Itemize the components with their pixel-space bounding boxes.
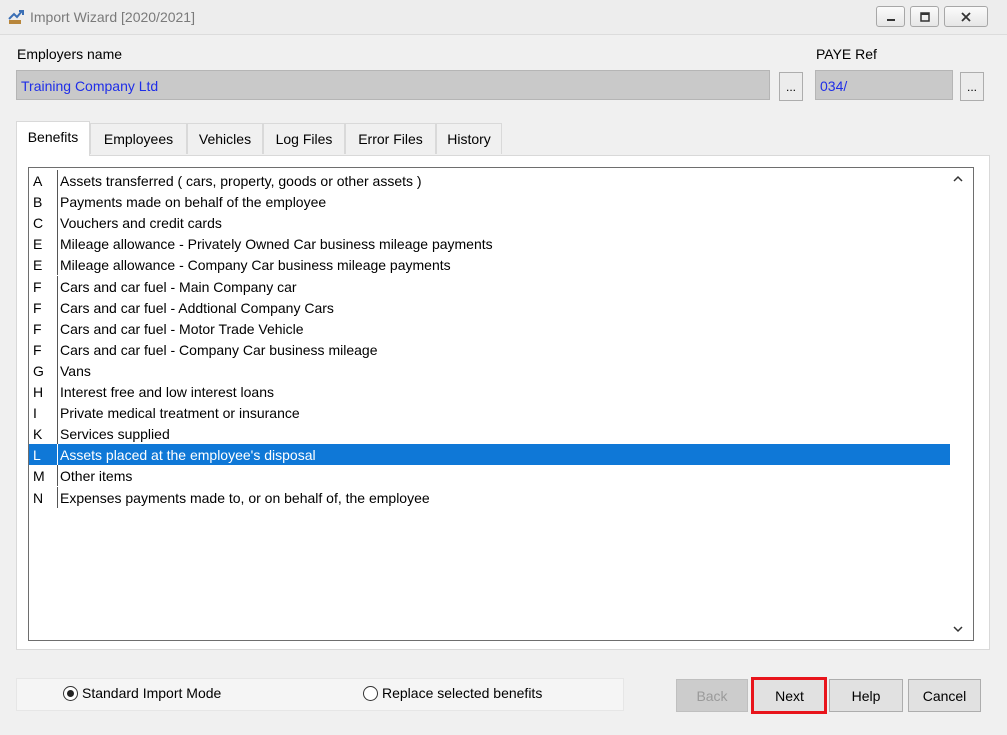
- scroll-up-button[interactable]: [950, 171, 966, 187]
- employers-name-label: Employers name: [17, 46, 123, 62]
- benefit-code: C: [33, 215, 44, 232]
- chevron-down-icon: [953, 626, 963, 633]
- benefit-description: Vans: [60, 362, 91, 379]
- tab-error-files[interactable]: Error Files: [345, 123, 436, 154]
- column-divider: [57, 465, 58, 487]
- benefit-row[interactable]: M Other items: [29, 465, 950, 487]
- benefit-row[interactable]: H Interest free and low interest loans: [29, 381, 950, 402]
- benefit-description: Assets placed at the employee's disposal: [60, 447, 316, 464]
- back-button[interactable]: Back: [676, 679, 748, 712]
- tab-benefits[interactable]: Benefits: [16, 121, 90, 156]
- paye-ref-label: PAYE Ref: [816, 46, 877, 62]
- benefit-row[interactable]: F Cars and car fuel - Main Company car: [29, 275, 950, 297]
- replace-selected-benefits-label: Replace selected benefits: [382, 685, 543, 701]
- benefit-row[interactable]: L Assets placed at the employee's disposa…: [29, 444, 950, 466]
- close-button[interactable]: [944, 6, 988, 27]
- tab-history[interactable]: History: [436, 123, 502, 154]
- benefit-row[interactable]: B Payments made on behalf of the employee: [29, 191, 950, 213]
- benefit-description: Cars and car fuel - Main Company car: [60, 278, 297, 295]
- column-divider: [57, 444, 58, 466]
- radio-indicator: [363, 685, 378, 701]
- benefit-code: G: [33, 362, 44, 379]
- maximize-button[interactable]: [910, 6, 939, 27]
- column-divider: [57, 359, 58, 381]
- column-divider: [57, 381, 58, 402]
- column-divider: [57, 212, 58, 234]
- column-divider: [57, 254, 58, 276]
- benefit-description: Payments made on behalf of the employee: [60, 194, 327, 211]
- benefit-code: L: [33, 447, 41, 464]
- benefit-code: F: [33, 320, 42, 337]
- column-divider: [57, 233, 58, 255]
- scroll-down-button[interactable]: [950, 621, 966, 637]
- benefit-code: K: [33, 426, 43, 443]
- chevron-up-icon: [953, 175, 963, 182]
- column-divider: [57, 170, 58, 191]
- radio-indicator: [63, 685, 78, 701]
- benefit-description: Cars and car fuel - Motor Trade Vehicle: [60, 320, 304, 337]
- benefit-row[interactable]: F Cars and car fuel - Addtional Company C…: [29, 296, 950, 318]
- cancel-button[interactable]: Cancel: [908, 679, 981, 712]
- benefit-description: Mileage allowance - Privately Owned Car …: [60, 236, 493, 253]
- minimize-button[interactable]: [876, 6, 905, 27]
- column-divider: [57, 402, 58, 424]
- benefit-description: Assets transferred ( cars, property, goo…: [60, 173, 422, 189]
- minimize-icon: [886, 18, 895, 21]
- column-divider: [57, 423, 58, 445]
- help-button[interactable]: Help: [829, 679, 903, 712]
- maximize-icon: [919, 11, 930, 22]
- benefit-code: I: [33, 405, 37, 422]
- column-divider: [57, 275, 58, 297]
- benefit-code: F: [33, 278, 42, 295]
- benefit-description: Interest free and low interest loans: [60, 384, 275, 400]
- benefit-code: N: [33, 489, 44, 506]
- window-title: Import Wizard [2020/2021]: [30, 9, 195, 25]
- import-wizard-app-icon: [6, 7, 26, 27]
- benefit-description: Private medical treatment or insurance: [60, 405, 300, 422]
- tab-employees[interactable]: Employees: [90, 123, 187, 154]
- benefit-code: F: [33, 299, 42, 316]
- benefit-row[interactable]: E Mileage allowance - Privately Owned Car…: [29, 233, 950, 255]
- benefit-code: B: [33, 194, 43, 211]
- tab-log-files[interactable]: Log Files: [263, 123, 345, 154]
- benefit-row[interactable]: N Expenses payments made to, or on behalf…: [29, 486, 950, 508]
- benefit-row[interactable]: F Cars and car fuel - Company Car busines…: [29, 338, 950, 360]
- benefit-row[interactable]: C Vouchers and credit cards: [29, 212, 950, 234]
- benefit-code: F: [33, 341, 42, 358]
- close-icon: [961, 11, 971, 22]
- benefit-description: Services supplied: [60, 426, 170, 443]
- column-divider: [57, 317, 58, 339]
- benefit-code: H: [33, 384, 44, 400]
- tab-vehicles[interactable]: Vehicles: [187, 123, 263, 154]
- benefit-row[interactable]: K Services supplied: [29, 423, 950, 445]
- column-divider: [57, 296, 58, 318]
- benefit-code: E: [33, 257, 43, 274]
- benefit-description: Mileage allowance - Company Car business…: [60, 257, 451, 274]
- benefit-description: Vouchers and credit cards: [60, 215, 222, 232]
- next-button-highlight: [751, 677, 827, 714]
- column-divider: [57, 191, 58, 213]
- benefit-description: Other items: [60, 468, 133, 485]
- paye-browse-button[interactable]: ...: [960, 72, 984, 101]
- benefit-row[interactable]: G Vans: [29, 359, 950, 381]
- benefit-row[interactable]: I Private medical treatment or insurance: [29, 402, 950, 424]
- benefit-description: Cars and car fuel - Addtional Company Ca…: [60, 299, 334, 316]
- paye-ref-field[interactable]: 034/: [815, 70, 953, 100]
- standard-import-mode-label: Standard Import Mode: [82, 685, 222, 701]
- benefit-code: E: [33, 236, 43, 253]
- employers-browse-button[interactable]: ...: [779, 72, 803, 101]
- benefit-row[interactable]: E Mileage allowance - Company Car busines…: [29, 254, 950, 276]
- benefit-code: M: [33, 468, 45, 485]
- benefit-description: Expenses payments made to, or on behalf …: [60, 489, 430, 506]
- employers-name-field[interactable]: Training Company Ltd: [16, 70, 770, 100]
- replace-selected-benefits-radio[interactable]: Replace selected benefits: [363, 685, 542, 701]
- benefit-row[interactable]: A Assets transferred ( cars, property, go…: [29, 170, 950, 191]
- benefit-row[interactable]: F Cars and car fuel - Motor Trade Vehicle: [29, 317, 950, 339]
- benefit-code: A: [33, 173, 43, 189]
- standard-import-mode-radio[interactable]: Standard Import Mode: [63, 685, 221, 701]
- benefits-list[interactable]: A Assets transferred ( cars, property, go…: [28, 167, 974, 641]
- column-divider: [57, 486, 58, 508]
- column-divider: [57, 338, 58, 360]
- benefit-description: Cars and car fuel - Company Car business…: [60, 341, 378, 358]
